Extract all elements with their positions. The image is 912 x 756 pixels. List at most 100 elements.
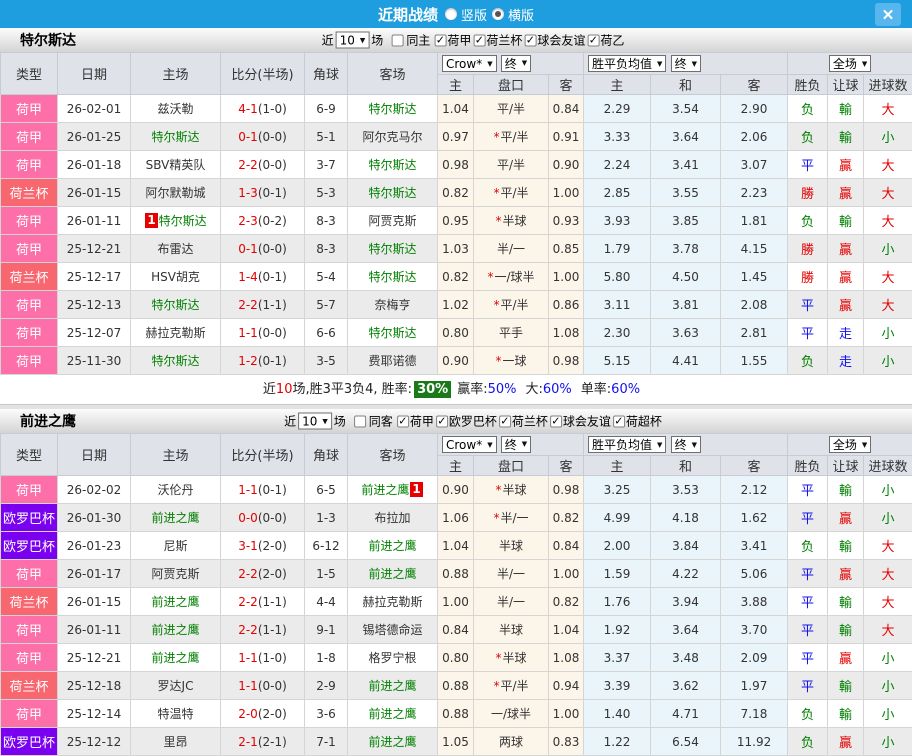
result-outcome: 平 bbox=[788, 560, 828, 588]
result-outcome: 平 bbox=[788, 476, 828, 504]
same-venue-checkbox[interactable]: ✓同客 bbox=[354, 413, 393, 430]
final-select-a[interactable]: 终▼ bbox=[501, 436, 531, 453]
result-handicap: 贏 bbox=[828, 179, 864, 207]
handicap-line: *平/半 bbox=[474, 672, 549, 700]
result-goals: 小 bbox=[864, 347, 912, 375]
close-icon: ✕ bbox=[882, 7, 895, 24]
match-date: 26-01-15 bbox=[58, 588, 131, 616]
league-filter-checkbox[interactable]: ✓荷超杯 bbox=[613, 413, 662, 430]
home-team: 1特尔斯达 bbox=[131, 207, 221, 235]
handicap-odds-home: 0.97 bbox=[438, 123, 474, 151]
final-select-a[interactable]: 终▼ bbox=[501, 55, 531, 72]
league-filter-checkbox[interactable]: ✓荷兰杯 bbox=[473, 32, 522, 49]
league-filter-checkbox[interactable]: ✓球会友谊 bbox=[550, 413, 611, 430]
league-badge: 荷甲 bbox=[1, 476, 58, 504]
stats-label: 赢率: bbox=[457, 382, 487, 397]
league-badge: 荷兰杯 bbox=[1, 179, 58, 207]
avg-draw-odds: 3.55 bbox=[651, 179, 721, 207]
match-date: 26-02-02 bbox=[58, 476, 131, 504]
chevron-down-icon: ▼ bbox=[487, 441, 492, 449]
chevron-down-icon: ▼ bbox=[657, 60, 662, 68]
match-row: 荷甲26-01-11前进之鹰2-2(1-1)9-1锡塔德命运0.84半球1.04… bbox=[1, 616, 912, 644]
result-outcome: 勝 bbox=[788, 263, 828, 291]
league-filter-checkbox[interactable]: ✓欧罗巴杯 bbox=[436, 413, 497, 430]
avg-draw-odds: 3.85 bbox=[651, 207, 721, 235]
handicap-odds-away: 1.00 bbox=[549, 560, 584, 588]
league-badge: 荷兰杯 bbox=[1, 672, 58, 700]
league-filter-checkbox[interactable]: ✓球会友谊 bbox=[524, 32, 585, 49]
checkbox-checked-icon: ✓ bbox=[613, 415, 625, 427]
match-row: 荷甲26-02-01兹沃勒4-1(1-0)6-9特尔斯达1.04平/半0.842… bbox=[1, 95, 912, 123]
corners: 1-5 bbox=[305, 560, 348, 588]
avg-draw-odds: 4.50 bbox=[651, 263, 721, 291]
match-row: 荷兰杯26-01-15阿尔默勒城1-3(0-1)5-3特尔斯达0.82*平/半1… bbox=[1, 179, 912, 207]
league-filter-checkbox[interactable]: ✓荷乙 bbox=[587, 32, 624, 49]
checkbox-unchecked-icon: ✓ bbox=[391, 34, 403, 46]
result-handicap: 走 bbox=[828, 347, 864, 375]
odds-company-select[interactable]: Crow*▼ bbox=[442, 55, 497, 72]
col-corners: 角球 bbox=[305, 434, 348, 476]
league-badge: 荷甲 bbox=[1, 644, 58, 672]
match-date: 26-01-23 bbox=[58, 532, 131, 560]
layout-horizontal-radio[interactable]: 横版 bbox=[492, 5, 534, 24]
handicap-line: 半球 bbox=[474, 532, 549, 560]
score-cell: 2-2(2-0) bbox=[221, 560, 305, 588]
scope-select[interactable]: 全场▼ bbox=[829, 436, 871, 453]
match-row: 荷兰杯25-12-18罗达JC1-1(0-0)2-9前进之鹰0.88*平/半0.… bbox=[1, 672, 912, 700]
away-team: 特尔斯达 bbox=[348, 179, 438, 207]
titlebar: 近期战绩 竖版 横版 ✕ bbox=[0, 0, 912, 28]
final-select-b[interactable]: 终▼ bbox=[671, 436, 701, 453]
score-cell: 2-2(1-1) bbox=[221, 588, 305, 616]
recent-count-select[interactable]: 10▼ bbox=[336, 32, 370, 49]
score-cell: 1-2(0-1) bbox=[221, 347, 305, 375]
league-filter-checkbox[interactable]: ✓荷兰杯 bbox=[499, 413, 548, 430]
handicap-odds-away: 0.84 bbox=[549, 95, 584, 123]
results-table: 类型 日期 主场 比分(半场) 角球 客场 Crow*▼ 终▼ 胜平负均值▼ 终… bbox=[0, 52, 912, 375]
result-handicap: 贏 bbox=[828, 151, 864, 179]
handicap-odds-away: 1.08 bbox=[549, 644, 584, 672]
avg-away-odds: 2.09 bbox=[721, 644, 788, 672]
result-goals: 小 bbox=[864, 728, 912, 756]
col-avg-away: 客 bbox=[721, 456, 788, 476]
result-outcome: 平 bbox=[788, 616, 828, 644]
league-badge: 欧罗巴杯 bbox=[1, 532, 58, 560]
col-handicap: 盘口 bbox=[474, 75, 549, 95]
final-select-b[interactable]: 终▼ bbox=[671, 55, 701, 72]
result-outcome: 负 bbox=[788, 700, 828, 728]
stats-text: 场,胜3平3负4, 胜率: bbox=[292, 382, 412, 397]
result-goals: 小 bbox=[864, 123, 912, 151]
league-filter-label: 荷兰杯 bbox=[512, 413, 548, 430]
avg-home-odds: 3.25 bbox=[584, 476, 651, 504]
avg-select[interactable]: 胜平负均值▼ bbox=[588, 436, 666, 453]
league-badge: 欧罗巴杯 bbox=[1, 504, 58, 532]
scope-select[interactable]: 全场▼ bbox=[829, 55, 871, 72]
odds-company-select[interactable]: Crow*▼ bbox=[442, 436, 497, 453]
avg-select[interactable]: 胜平负均值▼ bbox=[588, 55, 666, 72]
league-filter-checkbox[interactable]: ✓荷甲 bbox=[434, 32, 471, 49]
same-venue-checkbox[interactable]: ✓同主 bbox=[391, 32, 430, 49]
checkbox-checked-icon: ✓ bbox=[434, 34, 446, 46]
home-team: 前进之鹰 bbox=[131, 504, 221, 532]
handicap-odds-away: 0.93 bbox=[549, 207, 584, 235]
corners: 3-7 bbox=[305, 151, 348, 179]
match-date: 25-12-13 bbox=[58, 291, 131, 319]
match-row: 荷甲25-12-07赫拉克勒斯1-1(0-0)6-6特尔斯达0.80平手1.08… bbox=[1, 319, 912, 347]
home-team: 沃伦丹 bbox=[131, 476, 221, 504]
handicap-odds-away: 1.04 bbox=[549, 616, 584, 644]
avg-away-odds: 2.06 bbox=[721, 123, 788, 151]
close-button[interactable]: ✕ bbox=[875, 3, 901, 26]
league-filter-checkbox[interactable]: ✓荷甲 bbox=[397, 413, 434, 430]
handicap-odds-home: 0.80 bbox=[438, 319, 474, 347]
avg-home-odds: 1.22 bbox=[584, 728, 651, 756]
result-outcome: 负 bbox=[788, 95, 828, 123]
handicap-odds-away: 1.00 bbox=[549, 179, 584, 207]
result-goals: 大 bbox=[864, 588, 912, 616]
avg-home-odds: 3.11 bbox=[584, 291, 651, 319]
chevron-down-icon: ▼ bbox=[657, 441, 662, 449]
result-outcome: 勝 bbox=[788, 235, 828, 263]
recent-count-select[interactable]: 10▼ bbox=[298, 413, 332, 430]
section-header: 前进之鹰 近 10▼ 场 ✓同客 ✓荷甲✓欧罗巴杯✓荷兰杯✓球会友谊✓荷超杯 bbox=[0, 409, 912, 433]
result-goals: 小 bbox=[864, 672, 912, 700]
layout-vertical-radio[interactable]: 竖版 bbox=[445, 5, 487, 24]
handicap-odds-home: 0.88 bbox=[438, 672, 474, 700]
